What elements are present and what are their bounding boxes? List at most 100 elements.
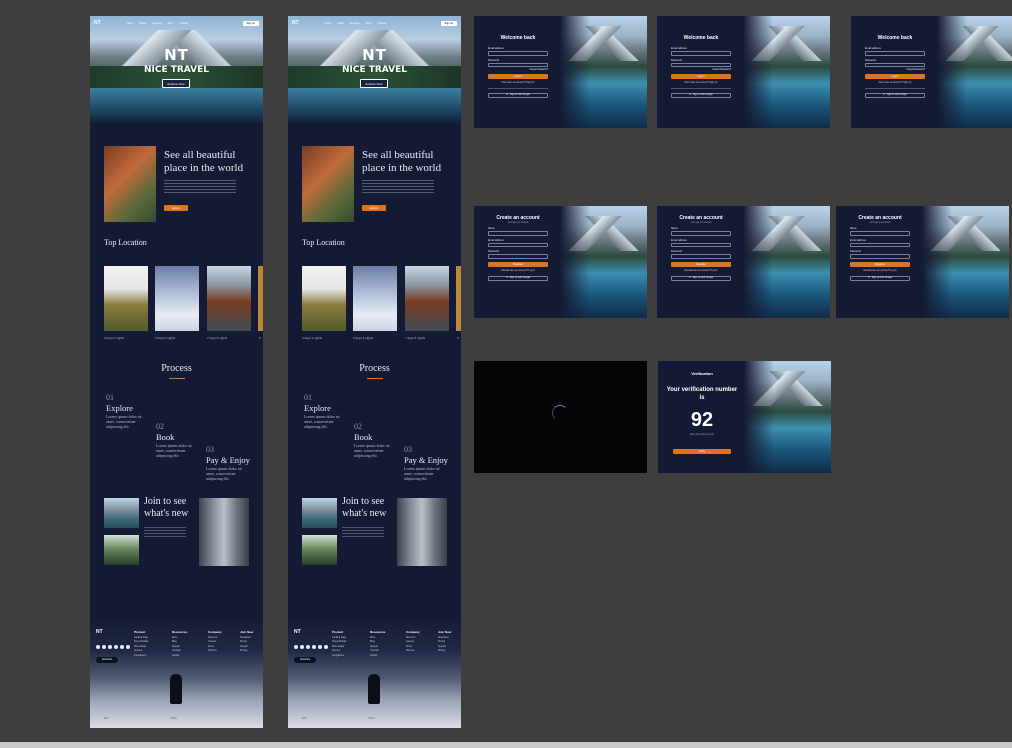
location-card[interactable] <box>104 266 148 331</box>
forgot-password-link[interactable]: Forgot Password? <box>865 69 925 71</box>
footer-column: Product Landing Page Popup Builder Web-des… <box>134 630 149 657</box>
name-field[interactable] <box>850 231 910 236</box>
feature-text <box>362 180 434 194</box>
nav-link[interactable]: Contact <box>180 22 189 25</box>
password-field[interactable] <box>488 62 548 67</box>
brand-title: NT NICE TRAVEL <box>341 46 408 75</box>
register-title: Create an account <box>496 215 540 221</box>
process-step: 01 Explore Lorem ipsum dolor sit amet, con… <box>304 393 340 429</box>
google-signup-button[interactable]: G Sign up with Google <box>671 275 731 281</box>
verify-button[interactable]: Verify <box>673 449 731 454</box>
explore-now-button[interactable]: Explore Now <box>360 79 388 88</box>
subscribe-button[interactable]: Subscribe <box>96 657 118 663</box>
verification-number: 92 <box>690 409 714 431</box>
feature-explore-button[interactable]: Explore <box>164 205 188 211</box>
forgot-password-link[interactable]: Forgot Password? <box>671 69 731 71</box>
payment-logo: EPI <box>302 716 307 720</box>
social-icons <box>96 645 130 649</box>
location-duration: 5 days 3 nights <box>155 336 176 340</box>
login-frame[interactable]: Welcome back Email address Password Forg… <box>474 16 647 128</box>
nav-logo[interactable]: NT <box>94 20 101 26</box>
register-frame[interactable]: Create an account Let's get you started … <box>836 206 1009 318</box>
feature-explore-button[interactable]: Explore <box>362 205 386 211</box>
google-login-button[interactable]: G Sign in with Google <box>671 92 731 98</box>
password-field[interactable] <box>671 254 731 259</box>
login-button[interactable]: Log In <box>865 74 925 79</box>
login-link[interactable]: Already have an account? Log In <box>488 270 548 272</box>
location-card[interactable] <box>155 266 199 331</box>
register-button[interactable]: Register <box>671 261 731 267</box>
nav-link[interactable]: About <box>139 22 146 25</box>
name-field[interactable] <box>671 231 731 236</box>
google-icon: G <box>505 277 508 279</box>
google-login-button[interactable]: G Sign in with Google <box>865 92 925 98</box>
password-label: Password <box>865 58 876 62</box>
footer-column: Product Landing Page Popup Builder Web-des… <box>332 630 347 657</box>
nav-link[interactable]: Contact <box>378 22 387 25</box>
location-card[interactable] <box>353 266 397 331</box>
location-card[interactable] <box>405 266 449 331</box>
email-field[interactable] <box>488 51 548 56</box>
nav-link[interactable]: Tours <box>365 22 371 25</box>
login-button[interactable]: Log In <box>671 74 731 79</box>
email-field[interactable] <box>671 51 731 56</box>
footer: NT Subscribe Product Landing Page Popup B… <box>288 616 461 728</box>
footer-logo[interactable]: NT <box>294 629 301 635</box>
nav-link[interactable]: Home <box>325 22 332 25</box>
location-card[interactable] <box>302 266 346 331</box>
location-duration: 7 days 6 nights <box>207 336 228 340</box>
email-field[interactable] <box>850 242 910 247</box>
footer-logo[interactable]: NT <box>96 629 103 635</box>
register-subtitle: Let's get you started <box>869 222 891 224</box>
forgot-password-link[interactable]: Forgot Password? <box>488 69 548 71</box>
nav-bar: NT Home About Services Tours Contact Sig… <box>292 19 457 27</box>
top-location-title: Top Location <box>104 238 147 247</box>
landing-frame[interactable]: NT Home About Services Tours Contact Sig… <box>288 16 461 728</box>
lake-image <box>744 361 831 473</box>
password-field[interactable] <box>850 254 910 259</box>
subscribe-button[interactable]: Subscribe <box>294 657 316 663</box>
nav-link[interactable]: Services <box>152 22 162 25</box>
lake-image <box>922 206 1009 318</box>
signup-link[interactable]: Don't have an account? Sign Up <box>865 82 925 84</box>
footer-column: Company About Us Careers Press Partners <box>208 630 222 652</box>
nav-link[interactable]: About <box>337 22 344 25</box>
nav-logo[interactable]: NT <box>292 20 299 26</box>
signup-link[interactable]: Don't have an account? Sign Up <box>671 82 731 84</box>
register-button[interactable]: Register <box>850 261 910 267</box>
location-card[interactable] <box>258 266 263 331</box>
verification-frame[interactable]: Verification Your verification number is… <box>658 361 831 473</box>
nav-link[interactable]: Home <box>127 22 134 25</box>
login-frame[interactable]: Welcome back Email address Password Forg… <box>851 16 1012 128</box>
location-card[interactable] <box>456 266 461 331</box>
signup-button[interactable]: Sign up <box>242 20 259 26</box>
name-label: Name <box>850 227 857 230</box>
password-field[interactable] <box>865 62 925 67</box>
signup-link[interactable]: Don't have an account? Sign Up <box>488 82 548 84</box>
signup-button[interactable]: Sign up <box>440 20 457 26</box>
password-field[interactable] <box>488 254 548 259</box>
login-button[interactable]: Log In <box>488 74 548 79</box>
landing-frame[interactable]: NT Home About Services Tours Contact Sig… <box>90 16 263 728</box>
explore-now-button[interactable]: Explore Now <box>162 79 190 88</box>
name-field[interactable] <box>488 231 548 236</box>
email-field[interactable] <box>671 242 731 247</box>
nav-link[interactable]: Services <box>350 22 360 25</box>
email-field[interactable] <box>488 242 548 247</box>
loading-frame[interactable] <box>474 361 647 473</box>
register-button[interactable]: Register <box>488 261 548 267</box>
password-field[interactable] <box>671 62 731 67</box>
login-link[interactable]: Already have an account? Log In <box>850 270 910 272</box>
email-field[interactable] <box>865 51 925 56</box>
google-signup-button[interactable]: G Sign up with Google <box>850 275 910 281</box>
register-frame[interactable]: Create an account Let's get you started … <box>474 206 647 318</box>
google-signup-button[interactable]: G Sign up with Google <box>488 275 548 281</box>
nav-link[interactable]: Tours <box>167 22 173 25</box>
register-frame[interactable]: Create an account Let's get you started … <box>657 206 830 318</box>
login-link[interactable]: Already have an account? Log In <box>671 270 731 272</box>
login-frame[interactable]: Welcome back Email address Password Forg… <box>657 16 830 128</box>
feature-title: See all beautiful place in the world <box>164 149 244 174</box>
google-login-button[interactable]: G Sign in with Google <box>488 92 548 98</box>
location-card[interactable] <box>207 266 251 331</box>
footer-column: Company About Us Careers Press Partners <box>406 630 420 652</box>
